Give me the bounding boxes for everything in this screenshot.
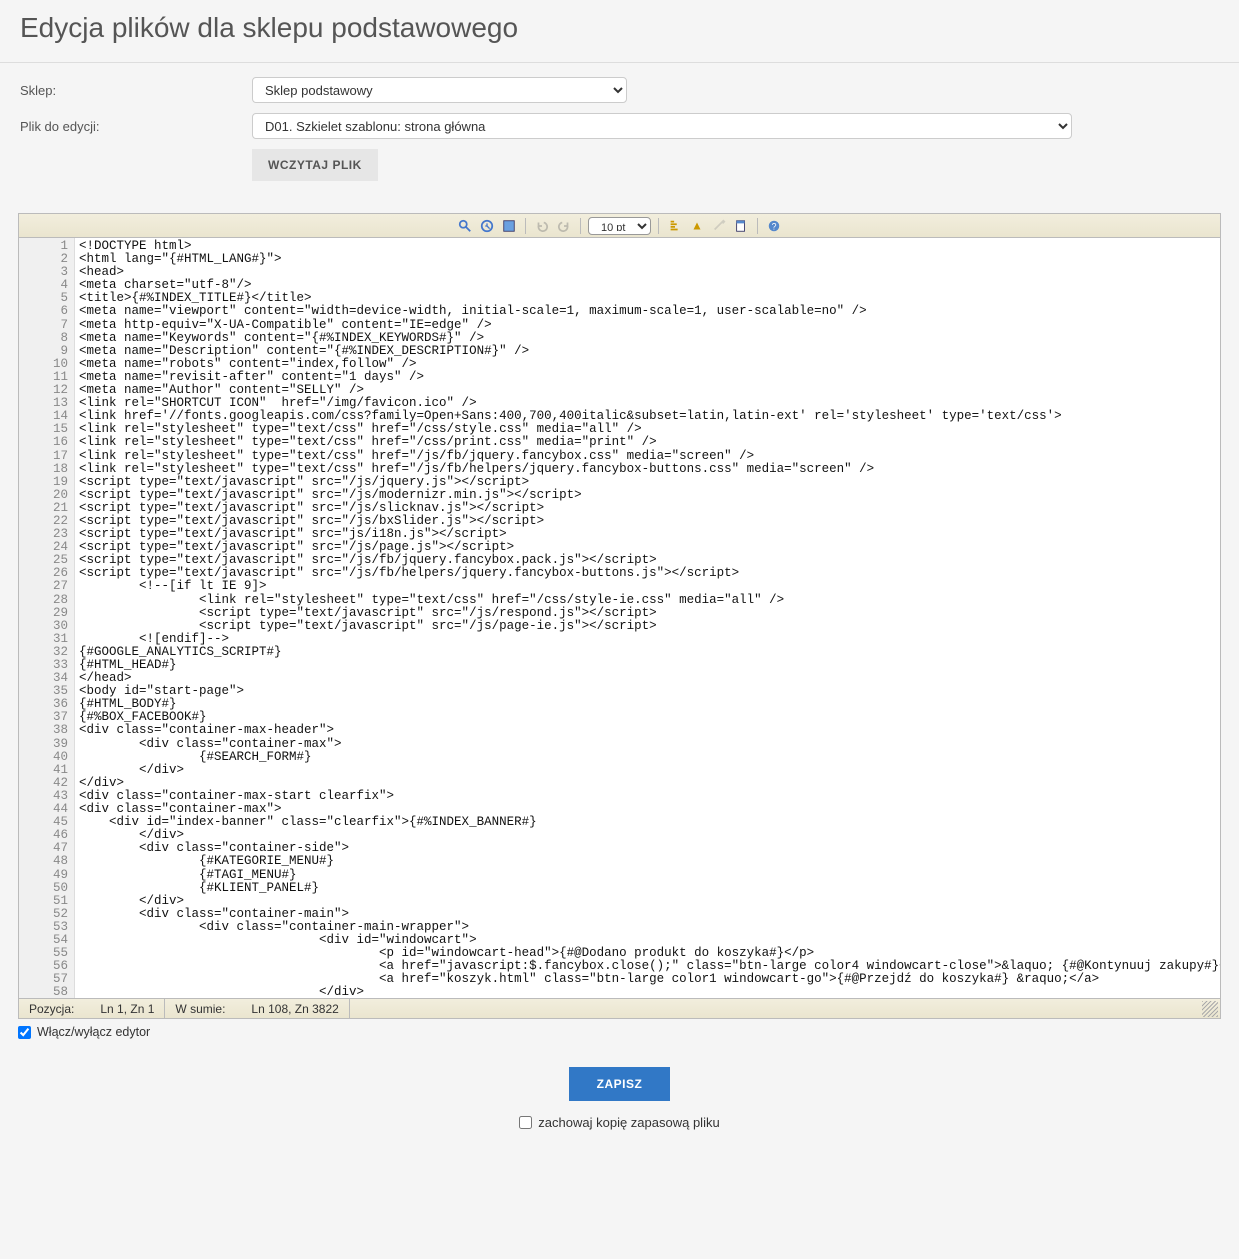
reset-icon[interactable] [710, 217, 728, 235]
redo-icon[interactable] [555, 217, 573, 235]
backup-label[interactable]: zachowaj kopię zapasową pliku [538, 1115, 719, 1130]
code-content[interactable]: <!DOCTYPE html><html lang="{#HTML_LANG#}… [75, 238, 1220, 998]
shop-label: Sklep: [20, 83, 252, 98]
undo-icon[interactable] [533, 217, 551, 235]
toggle-editor-label[interactable]: Włącz/wyłącz edytor [37, 1025, 150, 1039]
toggle-editor-checkbox[interactable] [18, 1026, 31, 1039]
code-editor: 10 pt ? 12345678910111213141516171819202… [18, 213, 1221, 1019]
fullscreen-icon[interactable] [500, 217, 518, 235]
status-total-label: W sumie: [175, 1002, 225, 1016]
svg-text:?: ? [772, 221, 777, 231]
search-icon[interactable] [456, 217, 474, 235]
fontsize-select[interactable]: 10 pt [588, 217, 651, 235]
backup-checkbox[interactable] [519, 1116, 532, 1129]
newdoc-icon[interactable] [732, 217, 750, 235]
load-file-button[interactable]: WCZYTAJ PLIK [252, 149, 378, 181]
file-select[interactable]: D01. Szkielet szablonu: strona główna [252, 113, 1072, 139]
page-title: Edycja plików dla sklepu podstawowego [20, 12, 1219, 44]
editor-statusbar: Pozycja: Ln 1, Zn 1 W sumie: Ln 108, Zn … [19, 998, 1220, 1018]
status-position-label: Pozycja: [29, 1002, 74, 1016]
save-button[interactable]: ZAPISZ [569, 1067, 671, 1101]
editor-toolbar: 10 pt ? [19, 214, 1220, 238]
status-total-value: Ln 108, Zn 3822 [251, 1002, 338, 1016]
help-icon[interactable]: ? [765, 217, 783, 235]
goto-icon[interactable] [478, 217, 496, 235]
resize-handle-icon[interactable] [1202, 1001, 1218, 1017]
syntax-icon[interactable] [666, 217, 684, 235]
status-position-value: Ln 1, Zn 1 [100, 1002, 154, 1016]
shop-select[interactable]: Sklep podstawowy [252, 77, 627, 103]
line-gutter: 1234567891011121314151617181920212223242… [19, 238, 75, 998]
file-label: Plik do edycji: [20, 119, 252, 134]
highlight-icon[interactable] [688, 217, 706, 235]
